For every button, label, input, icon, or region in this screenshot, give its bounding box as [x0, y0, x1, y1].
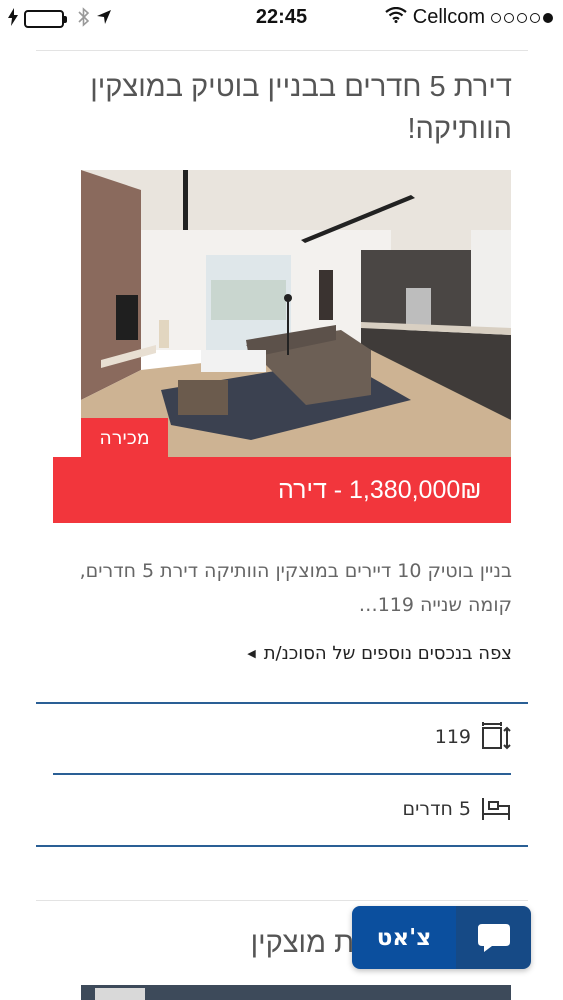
- bed-icon: [481, 796, 511, 822]
- area-value: 119: [434, 726, 471, 748]
- carrier-name: Cellcom: [412, 6, 485, 28]
- price-bar: 1,380,000₪ - דירה: [53, 457, 511, 523]
- listing-photo[interactable]: [81, 985, 511, 1000]
- rooms-value: 5 חדרים: [402, 798, 472, 820]
- chat-button[interactable]: צ'אט: [352, 906, 531, 969]
- divider-1: [36, 702, 528, 704]
- divider-2: [53, 773, 511, 775]
- card-divider: [36, 50, 528, 51]
- area-icon: [481, 722, 511, 752]
- signal-strength-icon: [491, 12, 553, 23]
- more-properties-link[interactable]: צפה בנכסים נוספים של הסוכנ/ת ◀: [60, 643, 512, 664]
- feature-rooms: 5 חדרים: [403, 796, 512, 822]
- listing-photo[interactable]: [81, 170, 511, 457]
- chat-bubble-icon: [456, 906, 531, 969]
- wifi-icon: [385, 6, 407, 29]
- listing-title[interactable]: דירת 5 חדרים בבניין בוטיק במוצקין הוותיק…: [60, 66, 512, 150]
- listing-description: בניין בוטיק 10 דיירים במוצקין הוותיקה די…: [79, 560, 512, 616]
- feature-area: 119: [435, 722, 511, 752]
- caret-left-icon: ◀: [247, 647, 256, 660]
- price-text: 1,380,000₪ - דירה: [278, 475, 482, 504]
- sale-badge: מכירה: [81, 418, 168, 457]
- status-bar: 22:45 Cellcom: [0, 0, 563, 36]
- card-divider: [36, 900, 528, 901]
- divider-3: [36, 845, 528, 847]
- chat-label: צ'אט: [352, 906, 456, 969]
- more-properties-label: צפה בנכסים נוספים של הסוכנ/ת: [263, 643, 512, 664]
- status-right: Cellcom: [385, 6, 553, 29]
